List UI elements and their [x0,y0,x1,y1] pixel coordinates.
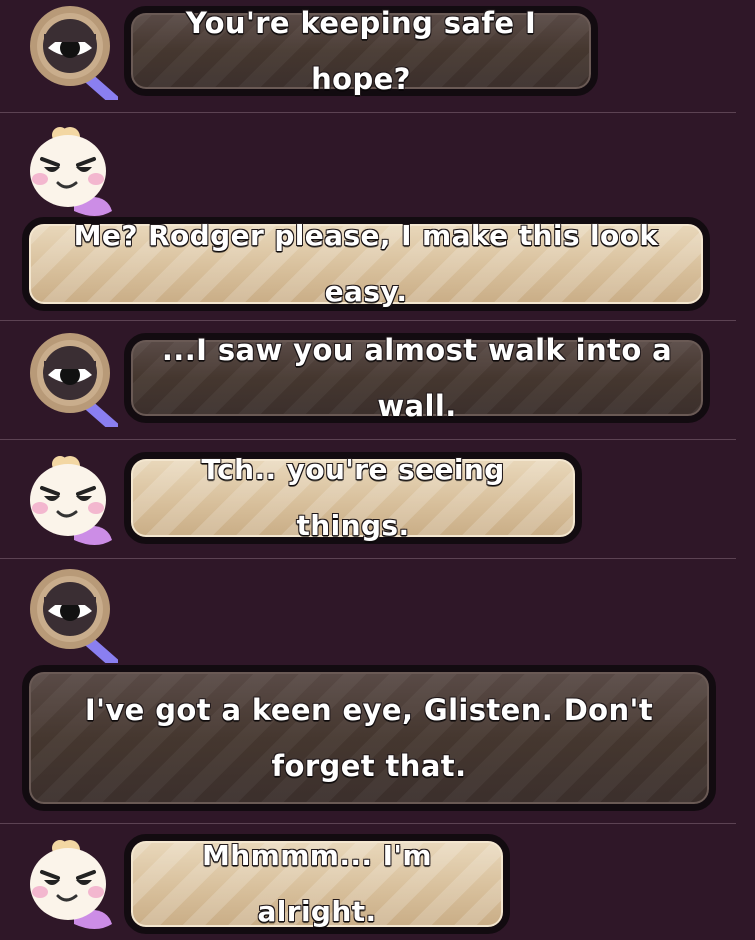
chat-row: Me? Rodger please, I make this look easy… [0,113,755,320]
message-text: You're keeping safe I hope? [185,6,537,97]
message-text: Me? Rodger please, I make this look easy… [73,219,659,309]
eye-magnifier-avatar-icon [30,6,118,100]
chat-row: Tch.. you're seeing things. [0,440,755,558]
chat-row: ...I saw you almost walk into a wall. [0,321,755,439]
eye-magnifier-avatar-icon [30,569,118,663]
message-text: Mhmmm... I'm alright. [202,839,433,929]
message-text: Tch.. you're seeing things. [201,453,505,543]
message-bubble: Me? Rodger please, I make this look easy… [22,217,710,311]
message-bubble: Tch.. you're seeing things. [124,452,582,544]
message-bubble: You're keeping safe I hope? [124,6,598,97]
chat-row: You're keeping safe I hope? [0,0,755,112]
message-bubble: Mhmmm... I'm alright. [124,834,510,934]
message-bubble: ...I saw you almost walk into a wall. [124,333,710,424]
eye-magnifier-avatar-icon [30,333,118,427]
chat-row: I've got a keen eye, Glisten. Don't forg… [0,559,755,823]
message-bubble: I've got a keen eye, Glisten. Don't forg… [22,665,716,811]
chat-row: Mhmmm... I'm alright. [0,824,755,934]
message-text: I've got a keen eye, Glisten. Don't forg… [84,693,654,784]
message-text: ...I saw you almost walk into a wall. [161,333,673,424]
smug-fairy-avatar-icon [30,456,112,545]
smug-fairy-avatar-icon [30,127,112,216]
